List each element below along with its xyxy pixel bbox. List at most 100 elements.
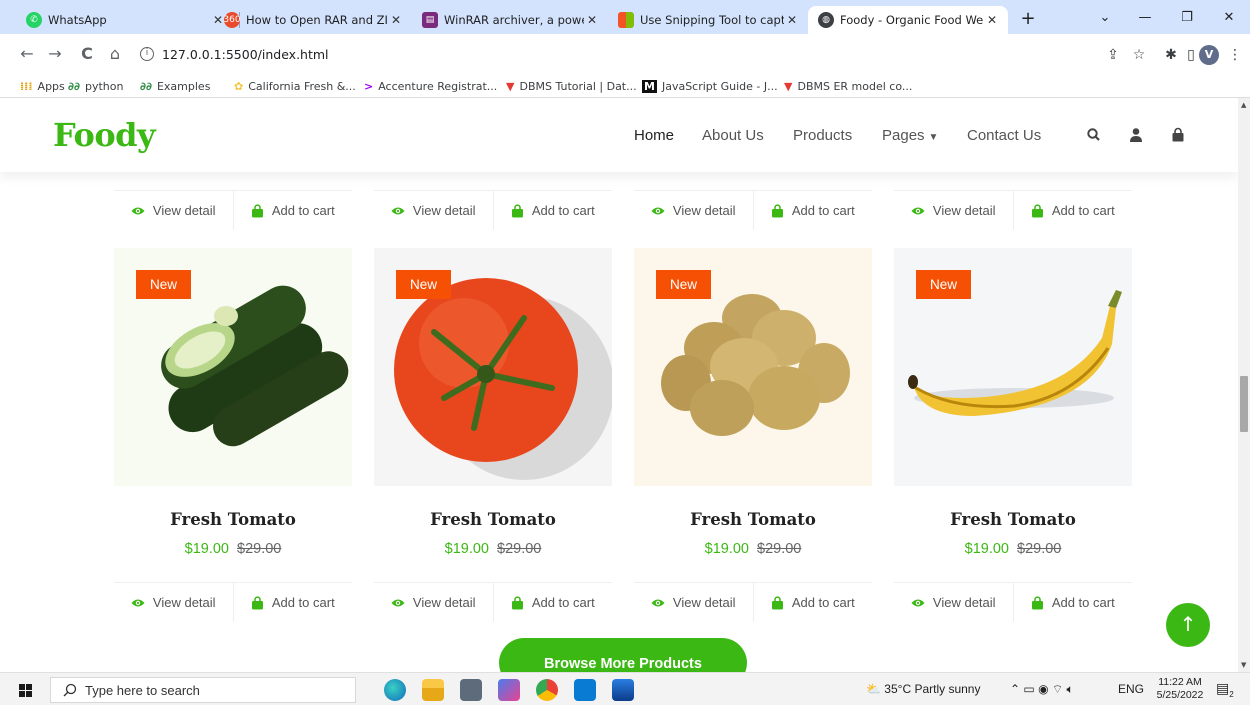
tab-title: WinRAR archiver, a powerful xyxy=(444,13,584,27)
card-actions-row: View detail Add to cart xyxy=(374,190,612,230)
bookmark-dbms-tutorial[interactable]: ▼ DBMS Tutorial | Dat... xyxy=(506,78,637,94)
add-to-cart-button[interactable]: Add to cart xyxy=(492,583,613,622)
view-detail-button[interactable]: View detail xyxy=(634,191,753,230)
tab-foody[interactable]: ◍ Foody - Organic Food Webs ✕ xyxy=(808,6,1008,34)
browser-toolbar: ← → C ⌂ i 127.0.0.1:5500/index.html ⇪ ☆ … xyxy=(0,34,1250,74)
shopping-bag-icon[interactable] xyxy=(1170,127,1186,143)
bookmark-python[interactable]: ∂∂ python xyxy=(68,78,123,94)
bookmark-apps[interactable]: ⁞⁞⁞ Apps xyxy=(20,78,65,94)
view-detail-button[interactable]: View detail xyxy=(374,191,493,230)
accenture-icon: > xyxy=(364,79,374,93)
chrome-icon[interactable] xyxy=(536,679,558,701)
speaker-icon: 🔈︎ xyxy=(1066,682,1074,696)
nav-contact-us[interactable]: Contact Us xyxy=(967,127,1041,144)
view-detail-button[interactable]: View detail xyxy=(114,583,233,622)
add-to-cart-button[interactable]: Add to cart xyxy=(232,583,353,622)
close-window-button[interactable]: ✕ xyxy=(1208,0,1250,34)
view-detail-button[interactable]: View detail xyxy=(894,191,1013,230)
notifications-icon[interactable]: ▤2 xyxy=(1216,680,1234,699)
shopping-bag-icon xyxy=(771,203,783,217)
chevron-up-icon[interactable]: ⌃ xyxy=(1010,682,1020,696)
tab-close-icon[interactable]: ✕ xyxy=(388,13,404,27)
eye-icon xyxy=(131,207,145,214)
tab-search-icon[interactable]: ⌄ xyxy=(1084,0,1126,34)
photos-icon[interactable] xyxy=(612,679,634,701)
reload-button[interactable]: C xyxy=(76,44,98,66)
add-to-cart-button[interactable]: Add to cart xyxy=(232,191,353,230)
windows-start-icon[interactable] xyxy=(19,684,32,697)
camera-icon[interactable] xyxy=(460,679,482,701)
forward-button[interactable]: → xyxy=(44,44,66,66)
profile-avatar[interactable]: V xyxy=(1199,45,1219,65)
view-detail-button[interactable]: View detail xyxy=(374,583,493,622)
site-favicon-icon: 360 xyxy=(223,12,241,28)
tab-winrar[interactable]: ▤ WinRAR archiver, a powerful ✕ xyxy=(412,6,608,34)
browse-more-products-button[interactable]: Browse More Products xyxy=(499,638,747,672)
product-name[interactable]: Fresh Tomato xyxy=(894,510,1132,529)
nav-pages[interactable]: Pages ▼ xyxy=(882,127,938,144)
apps-grid-icon: ⁞⁞⁞ xyxy=(20,79,33,93)
nav-home[interactable]: Home xyxy=(634,127,674,144)
shopping-bag-icon xyxy=(771,595,783,609)
bookmark-accenture[interactable]: > Accenture Registrat... xyxy=(364,78,497,94)
add-to-cart-button[interactable]: Add to cart xyxy=(752,583,873,622)
file-explorer-icon[interactable] xyxy=(422,679,444,701)
tab-close-icon[interactable]: ✕ xyxy=(584,13,600,27)
tab-snipping-tool[interactable]: Use Snipping Tool to capture ✕ xyxy=(608,6,808,34)
add-to-cart-button[interactable]: Add to cart xyxy=(1012,583,1133,622)
address-bar[interactable]: i 127.0.0.1:5500/index.html xyxy=(132,40,1092,68)
scrollbar-thumb[interactable] xyxy=(1240,376,1248,432)
user-icon[interactable] xyxy=(1128,127,1144,143)
vivaldi-icon[interactable] xyxy=(498,679,520,701)
search-icon[interactable] xyxy=(1086,127,1102,143)
menu-icon[interactable]: ⋮ xyxy=(1224,44,1246,66)
language-indicator[interactable]: ENG xyxy=(1118,682,1144,696)
product-name[interactable]: Fresh Tomato xyxy=(634,510,872,529)
page-scrollbar[interactable]: ▲ ▼ xyxy=(1238,98,1250,672)
url-text: 127.0.0.1:5500/index.html xyxy=(162,46,329,62)
new-badge: New xyxy=(136,270,192,299)
add-to-cart-button[interactable]: Add to cart xyxy=(1012,191,1133,230)
edge-icon[interactable] xyxy=(384,679,406,701)
back-button[interactable]: ← xyxy=(16,44,38,66)
tray-icons[interactable]: ⌃ ▭ ◉ ⌔ 🔈︎ xyxy=(1010,682,1074,697)
shopping-bag-icon xyxy=(511,595,523,609)
card-actions-row: View detail Add to cart xyxy=(634,582,872,622)
site-logo[interactable]: Foody xyxy=(53,116,156,154)
minimize-button[interactable]: — xyxy=(1124,0,1166,34)
product-name[interactable]: Fresh Tomato xyxy=(374,510,612,529)
vscode-icon[interactable] xyxy=(574,679,596,701)
add-to-cart-button[interactable]: Add to cart xyxy=(752,191,873,230)
scroll-down-icon[interactable]: ▼ xyxy=(1241,661,1246,669)
back-to-top-button[interactable]: ↑ xyxy=(1166,603,1210,647)
bookmark-california-fresh[interactable]: ✿ California Fresh &... xyxy=(234,78,356,94)
site-info-icon[interactable]: i xyxy=(140,47,154,61)
view-detail-button[interactable]: View detail xyxy=(114,191,233,230)
tab-close-icon[interactable]: ✕ xyxy=(984,13,1000,27)
nav-about-us[interactable]: About Us xyxy=(702,127,764,144)
view-detail-button[interactable]: View detail xyxy=(634,583,753,622)
restore-button[interactable]: ❐ xyxy=(1166,0,1208,34)
weather-widget[interactable]: ⛅ 35°C Partly sunny xyxy=(866,682,980,696)
nav-products[interactable]: Products xyxy=(793,127,852,144)
view-detail-button[interactable]: View detail xyxy=(894,583,1013,622)
home-button[interactable]: ⌂ xyxy=(104,44,126,66)
taskbar-search-input[interactable]: Type here to search xyxy=(50,677,356,703)
new-tab-button[interactable]: + xyxy=(1016,8,1040,32)
tab-close-icon[interactable]: ✕ xyxy=(784,13,800,27)
extensions-icon[interactable]: ✱ xyxy=(1160,44,1182,66)
tab-rar-zip[interactable]: 360 How to Open RAR and ZIP Fi ✕ xyxy=(214,6,412,34)
bookmark-dbms-er[interactable]: ▼ DBMS ER model co... xyxy=(784,78,912,94)
system-clock[interactable]: 11:22 AM 5/25/2022 xyxy=(1150,676,1210,702)
tab-whatsapp[interactable]: ✆ WhatsApp ✕ xyxy=(16,6,234,34)
scroll-up-icon[interactable]: ▲ xyxy=(1241,101,1246,109)
product-card: New Fresh Tomato $19.00 $29.00 View deta… xyxy=(634,248,872,622)
share-icon[interactable]: ⇪ xyxy=(1102,44,1124,66)
add-to-cart-button[interactable]: Add to cart xyxy=(492,191,613,230)
product-name[interactable]: Fresh Tomato xyxy=(114,510,352,529)
bookmark-star-icon[interactable]: ☆ xyxy=(1128,44,1150,66)
eye-icon xyxy=(131,599,145,606)
bookmark-javascript-guide[interactable]: M JavaScript Guide - J... xyxy=(642,78,778,94)
bookmark-examples[interactable]: ∂∂ Examples xyxy=(140,78,210,94)
battery-icon: ▭ xyxy=(1023,682,1035,696)
